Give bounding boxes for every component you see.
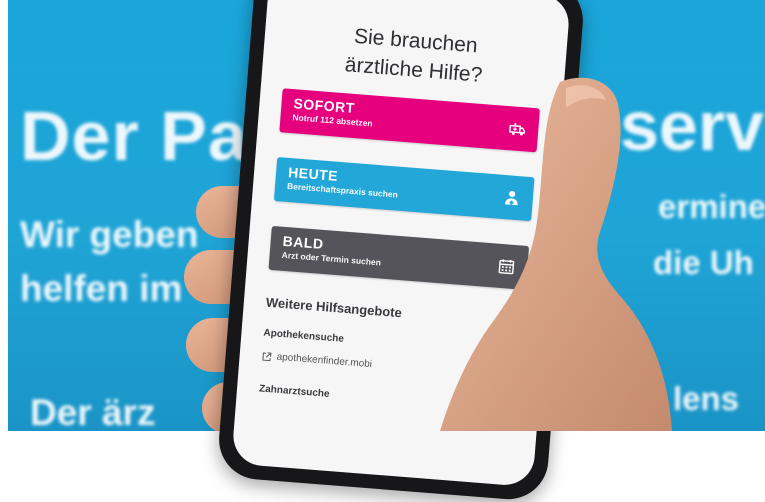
poster-line4-right: lens <box>673 380 740 417</box>
more-help-title: Weitere Hilfsangebote <box>265 294 403 321</box>
app-heading: Sie brauchen ärztliche Hilfe? <box>284 17 546 95</box>
poster-line2-left: Wir geben <box>20 214 199 255</box>
poster-line2-right: ermine <box>658 188 765 225</box>
calendar-icon <box>498 259 515 275</box>
pharmacy-link-text: apothekenfinder.mobi <box>276 351 373 371</box>
poster-line3-left: helfen im <box>20 268 183 309</box>
sofort-button[interactable]: SOFORT Notruf 112 absetzen <box>279 88 540 153</box>
heute-button[interactable]: HEUTE Bereitschaftspraxis suchen <box>273 157 535 222</box>
poster-line3-right: die Uh <box>653 244 754 281</box>
dentist-search-label: Zahnarztsuche <box>258 383 330 400</box>
bald-button[interactable]: BALD Arzt oder Termin suchen <box>268 225 530 290</box>
doctor-icon <box>505 190 518 206</box>
poster-headline-right: serv <box>620 87 765 165</box>
smartphone: Sie brauchen ärztliche Hilfe? SOFORT Not… <box>216 0 586 502</box>
external-link-icon <box>262 351 272 361</box>
phone-screen: Sie brauchen ärztliche Hilfe? SOFORT Not… <box>231 0 571 488</box>
ambulance-icon <box>509 123 526 136</box>
poster-headline-left: Der Pa <box>20 97 248 175</box>
poster-line4-left: Der ärz <box>30 392 156 431</box>
